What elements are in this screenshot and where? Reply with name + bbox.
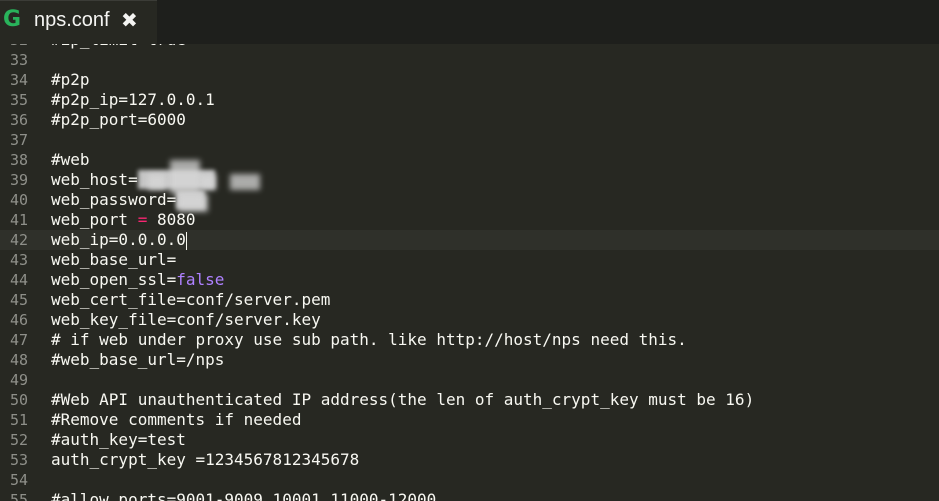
code-token: web_key_file=conf/server.key [51,310,321,329]
line-number: 34 [9,71,28,89]
code-token: web_ip=0.0.0.0 [51,230,186,249]
code-token: #Web API unauthenticated IP address(the … [51,390,755,409]
line-number: 50 [9,391,28,409]
code-line[interactable]: 42 web_ip=0.0.0.0 [0,230,939,250]
code-text: web_base_url= [51,250,176,270]
line-number: 48 [9,351,28,369]
tab-nps-conf[interactable]: G nps.conf ✖ [0,0,157,44]
line-number: 46 [9,311,28,329]
code-text: web_open_ssl=false [51,270,224,290]
code-line[interactable]: 41 web_port = 8080 [0,210,939,230]
code-text: #web [51,150,90,170]
code-text: #auth_key=test [51,430,186,450]
code-text: #p2p [51,70,90,90]
code-text: # if web under proxy use sub path. like … [51,330,687,350]
line-number: 40 [9,191,28,209]
code-line[interactable]: 36 #p2p_port=6000 [0,110,939,130]
code-line[interactable]: 55 #allow_ports=9001-9009,10001,11000-120… [0,490,939,501]
code-line[interactable]: 43 web_base_url= [0,250,939,270]
code-token: web_cert_file=conf/server.pem [51,290,331,309]
line-number: 49 [9,371,28,389]
code-token: #allow_ports=9001-9009,10001,11000-12000 [51,490,437,501]
redaction-blur [170,160,200,194]
code-token: #web [51,150,90,169]
code-line[interactable]: 35 #p2p_ip=127.0.0.1 [0,90,939,110]
line-number: 36 [9,111,28,129]
redaction-blur [230,174,260,190]
code-line[interactable]: 53 auth_crypt_key =1234567812345678 [0,450,939,470]
code-text: #Remove comments if needed [51,410,301,430]
line-number: 41 [9,211,28,229]
line-number: 54 [9,471,28,489]
code-line[interactable]: 47 # if web under proxy use sub path. lik… [0,330,939,350]
code-line[interactable]: 46 web_key_file=conf/server.key [0,310,939,330]
line-number: 44 [9,271,28,289]
code-line[interactable]: 40 web_password= [0,190,939,210]
code-line[interactable]: 48 #web_base_url=/nps [0,350,939,370]
g-app-icon: G [3,7,22,32]
code-text: web_cert_file=conf/server.pem [51,290,330,310]
code-text: auth_crypt_key =1234567812345678 [51,450,359,470]
line-number: 37 [9,131,28,149]
code-line[interactable]: 37 [0,130,939,150]
code-line[interactable]: 33 [0,50,939,70]
code-line[interactable]: 44 web_open_ssl=false [0,270,939,290]
code-token: auth_crypt_key =1234567812345678 [51,450,360,469]
code-token: = [137,210,148,229]
code-text: web_key_file=conf/server.key [51,310,321,330]
code-editor[interactable]: 32#ip_limit=true3334#p2p35#p2p_ip=127.0.… [0,44,939,501]
code-token: #p2p_ip=127.0.0.1 [51,90,215,109]
code-token: #p2p_port=6000 [51,110,186,129]
line-number: 43 [9,251,28,269]
code-token: web_password= [51,190,177,209]
line-number: 51 [9,411,28,429]
code-line[interactable]: 50 #Web API unauthenticated IP address(th… [0,390,939,410]
code-text: #p2p_ip=127.0.0.1 [51,90,215,110]
code-token: #web_base_url=/nps [51,350,225,369]
code-text: #allow_ports=9001-9009,10001,11000-12000 [51,490,436,501]
redaction-blur [148,174,166,190]
line-number: 42 [9,231,28,249]
code-line[interactable]: 39 web_host= [0,170,939,190]
tab-bar: G nps.conf ✖ [0,0,939,44]
code-text: #Web API unauthenticated IP address(the … [51,390,754,410]
line-number: 45 [9,291,28,309]
code-text: web_port = 8080 [51,210,196,230]
code-token: #auth_key=test [51,430,186,449]
code-line[interactable]: 34 #p2p [0,70,939,90]
line-number: 53 [9,451,28,469]
redaction-blur [200,174,216,190]
code-text: #web_base_url=/nps [51,350,224,370]
code-line[interactable]: 49 [0,370,939,390]
code-line[interactable]: 45 web_cert_file=conf/server.pem [0,290,939,310]
line-number: 52 [9,431,28,449]
line-number: 39 [9,171,28,189]
code-token: web_host= [51,170,138,189]
code-token: false [176,270,225,289]
text-cursor [185,231,187,250]
code-line[interactable]: 52 #auth_key=test [0,430,939,450]
code-token: # if web under proxy use sub path. like … [51,330,687,349]
close-icon[interactable]: ✖ [121,9,143,31]
code-text: #p2p_port=6000 [51,110,186,130]
line-number: 55 [9,491,28,501]
code-line[interactable]: 38 #web [0,150,939,170]
code-token: #Remove comments if needed [51,410,302,429]
line-number: 47 [9,331,28,349]
code-line[interactable]: 51 #Remove comments if needed [0,410,939,430]
code-token: web_base_url= [51,250,177,269]
code-token: #p2p [51,70,90,89]
code-line[interactable]: 54 [0,470,939,490]
line-number: 38 [9,151,28,169]
code-token: web_open_ssl= [51,270,177,289]
code-token: #ip_limit=true [51,44,186,49]
code-token: web_port [51,210,138,229]
redaction-blur [178,194,208,212]
line-number: 35 [9,91,28,109]
code-token: 8080 [147,210,196,229]
code-lines: 32#ip_limit=true3334#p2p35#p2p_ip=127.0.… [0,44,939,501]
code-text: web_ip=0.0.0.0 [51,230,187,250]
line-number: 33 [9,51,28,69]
tab-title: nps.conf [34,9,110,31]
